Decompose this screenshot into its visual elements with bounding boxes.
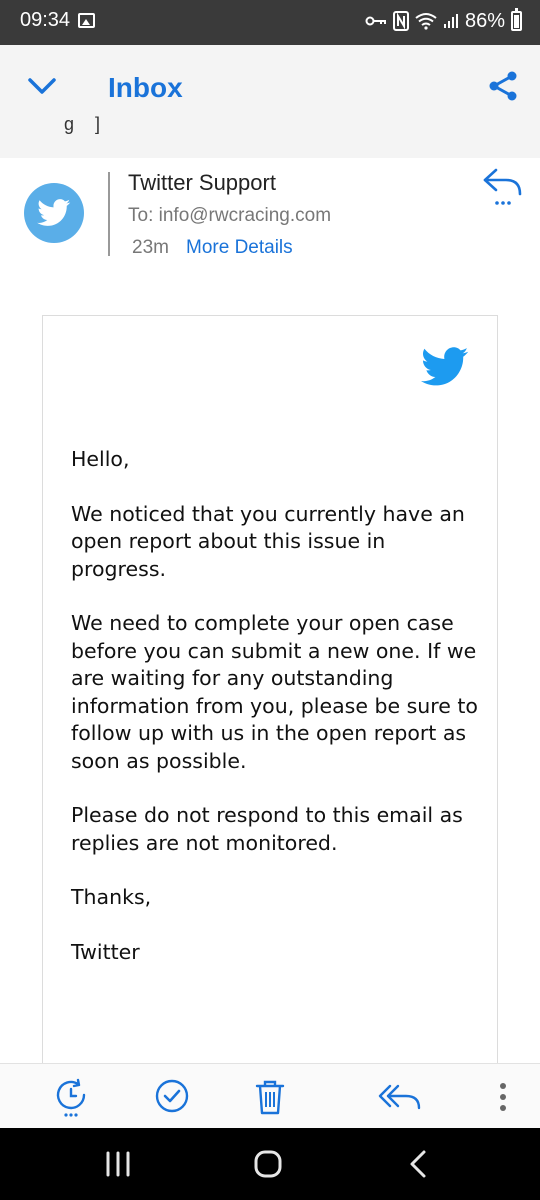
reply-icon[interactable] (482, 166, 524, 208)
wifi-icon (415, 13, 437, 30)
reply-all-icon[interactable] (378, 1078, 422, 1118)
key-icon (365, 16, 386, 26)
paragraph-complete-case: We need to complete your open case befor… (71, 611, 478, 773)
greeting: Hello, (71, 447, 130, 471)
email-body-card: Hello, We noticed that you currently hav… (42, 315, 498, 1075)
snooze-icon[interactable] (54, 1078, 90, 1118)
twitter-logo-icon (421, 347, 469, 386)
avatar[interactable] (24, 183, 84, 243)
back-icon[interactable] (402, 1148, 438, 1180)
share-icon[interactable] (486, 69, 520, 103)
to-label: To: (128, 205, 154, 226)
battery-percentage: 86% (464, 9, 505, 32)
signal-icon (443, 14, 458, 28)
chevron-down-icon[interactable] (24, 67, 60, 103)
sender-name: Twitter Support (128, 170, 276, 195)
page-title: Inbox (108, 72, 183, 103)
scrolled-subject-remnant: g ] (0, 110, 540, 158)
gallery-notification-icon (78, 13, 95, 28)
more-details-link[interactable]: More Details (186, 237, 293, 259)
more-vertical-icon[interactable] (488, 1078, 518, 1118)
twitter-bird-icon (37, 199, 71, 226)
email-text: Hello, We noticed that you currently hav… (71, 446, 481, 993)
message-age: 23m (132, 237, 169, 258)
status-time: 09:34 (20, 9, 71, 31)
residual-text: g ] (64, 114, 109, 134)
battery-icon (511, 8, 522, 31)
nfc-icon (392, 11, 409, 31)
home-icon[interactable] (250, 1148, 286, 1180)
recipient-line: To: info@rwcracing.com (128, 205, 331, 227)
message-action-bar (0, 1063, 540, 1128)
check-circle-icon[interactable] (154, 1078, 190, 1118)
recipient-address: info@rwcracing.com (158, 205, 332, 226)
paragraph-do-not-respond: Please do not respond to this email as r… (71, 803, 463, 855)
system-navigation-bar (0, 1128, 540, 1200)
recent-apps-icon[interactable] (100, 1148, 136, 1180)
header-divider (108, 172, 110, 256)
sign-off: Thanks, (71, 885, 152, 909)
signature: Twitter (71, 939, 140, 964)
paragraph-open-report: We noticed that you currently have an op… (71, 501, 465, 581)
status-bar: 09:34 86% (0, 0, 540, 45)
trash-icon[interactable] (252, 1078, 288, 1118)
status-indicators: 86% (365, 8, 522, 34)
